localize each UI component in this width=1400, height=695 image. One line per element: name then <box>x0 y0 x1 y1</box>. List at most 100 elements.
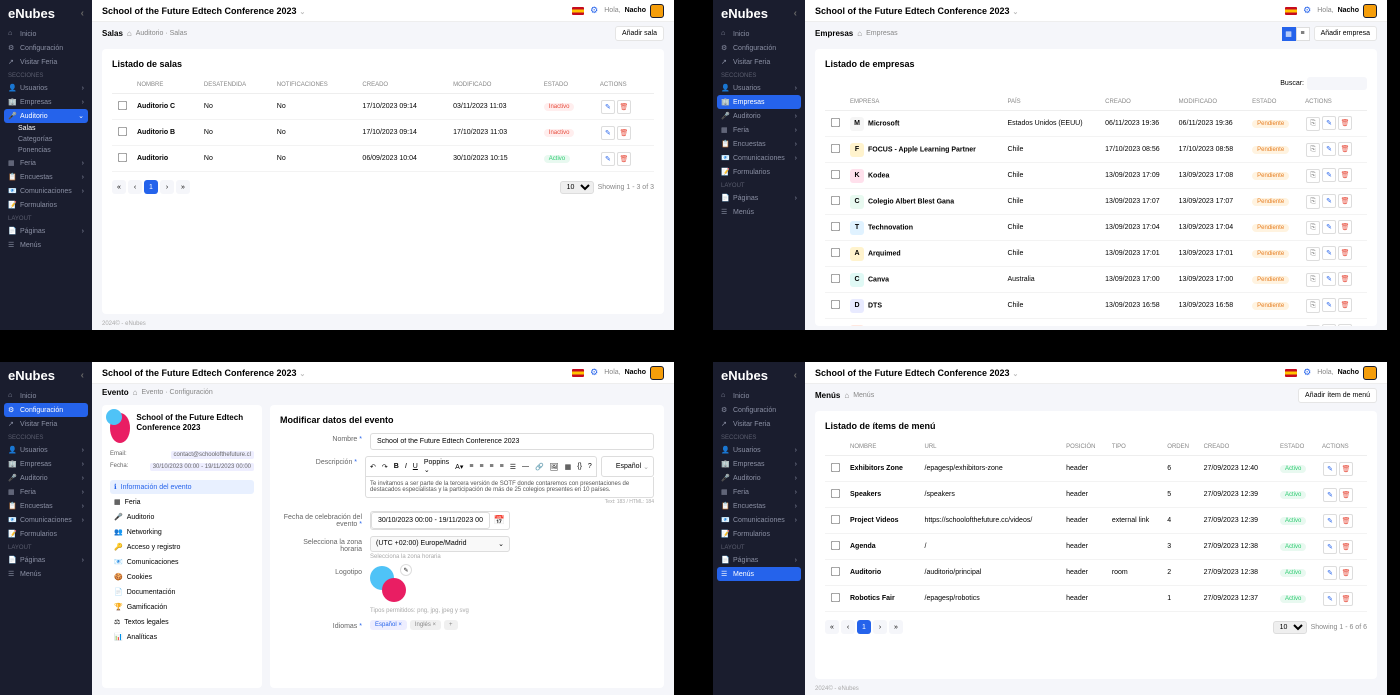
search-input[interactable] <box>1307 77 1367 90</box>
copy-button[interactable]: ⎘ <box>1306 221 1320 235</box>
pag-prev[interactable]: ‹ <box>128 180 142 194</box>
edit-button[interactable]: ✎ <box>1322 116 1336 130</box>
pag-1[interactable]: 1 <box>144 180 158 194</box>
event-side-nav-item[interactable]: 📊Analíticas <box>110 630 254 644</box>
event-side-nav-item[interactable]: 📄Documentación <box>110 585 254 599</box>
nombre-input[interactable] <box>370 433 654 450</box>
delete-button[interactable]: 🗑 <box>1339 540 1353 554</box>
nav-ponencias[interactable]: Ponencias <box>0 145 92 156</box>
event-side-nav-item[interactable]: 🎤Auditorio <box>110 510 254 524</box>
copy-button[interactable]: ⎘ <box>1306 325 1320 326</box>
lang-en-tag[interactable]: Inglés × <box>410 620 441 630</box>
delete-button[interactable]: 🗑 <box>1338 220 1352 234</box>
delete-button[interactable]: 🗑 <box>1338 272 1352 286</box>
pag-next[interactable]: › <box>160 180 174 194</box>
delete-button[interactable]: 🗑 <box>617 126 631 140</box>
delete-button[interactable]: 🗑 <box>1338 194 1352 208</box>
home-icon[interactable]: ⌂ <box>127 29 132 38</box>
delete-button[interactable]: 🗑 <box>617 152 631 166</box>
lang-es-tag[interactable]: Español × <box>370 620 407 630</box>
pag-last[interactable]: » <box>176 180 190 194</box>
delete-button[interactable]: 🗑 <box>1338 142 1352 156</box>
nav-menus[interactable]: ☰Menús <box>717 567 801 581</box>
delete-button[interactable]: 🗑 <box>1339 514 1353 528</box>
flag-es-icon[interactable] <box>572 7 584 15</box>
event-side-nav-item[interactable]: ▦Feria <box>110 495 254 509</box>
nav-formularios[interactable]: 📝Formularios <box>0 198 92 212</box>
nav-config[interactable]: ⚙Configuración <box>4 403 88 417</box>
avatar[interactable] <box>650 4 664 18</box>
copy-button[interactable]: ⎘ <box>1306 299 1320 313</box>
fecha-input[interactable]: 📅 <box>370 511 510 530</box>
edit-button[interactable]: ✎ <box>1322 220 1336 234</box>
event-side-nav-item[interactable]: 🍪Cookies <box>110 570 254 584</box>
edit-button[interactable]: ✎ <box>1322 168 1336 182</box>
editor-toolbar[interactable]: ↶↷BIUPoppins ⌄A▾≡≡≡≡☰—🔗🖼▦{}? <box>365 456 597 477</box>
row-checkbox[interactable] <box>118 127 127 136</box>
edit-button[interactable]: ✎ <box>1322 324 1336 326</box>
edit-button[interactable]: ✎ <box>1322 272 1336 286</box>
event-side-nav-item[interactable]: 🔑Acceso y registro <box>110 540 254 554</box>
edit-button[interactable]: ✎ <box>1323 462 1337 476</box>
nav-comunicaciones[interactable]: 📧Comunicaciones› <box>0 184 92 198</box>
delete-button[interactable]: 🗑 <box>1339 566 1353 580</box>
event-side-nav-item[interactable]: 📧Comunicaciones <box>110 555 254 569</box>
nav-visitar[interactable]: ↗Visitar Feria <box>0 55 92 69</box>
gear-icon[interactable]: ⚙ <box>590 5 598 16</box>
pag-first[interactable]: « <box>112 180 126 194</box>
view-list[interactable]: ≡ <box>1296 27 1310 41</box>
delete-button[interactable]: 🗑 <box>1338 298 1352 312</box>
nav-config[interactable]: ⚙Configuración <box>0 41 92 55</box>
edit-button[interactable]: ✎ <box>1323 592 1337 606</box>
delete-button[interactable]: 🗑 <box>617 100 631 114</box>
add-menu-item-button[interactable]: Añadir ítem de menú <box>1298 388 1377 403</box>
view-grid[interactable]: ▦ <box>1282 27 1296 41</box>
edit-button[interactable]: ✎ <box>1323 540 1337 554</box>
delete-button[interactable]: 🗑 <box>1339 488 1353 502</box>
nav-paginas[interactable]: 📄Páginas› <box>0 224 92 238</box>
copy-button[interactable]: ⎘ <box>1306 247 1320 261</box>
event-side-nav-item[interactable]: 🏆Gamificación <box>110 600 254 614</box>
copy-button[interactable]: ⎘ <box>1306 169 1320 183</box>
nav-usuarios[interactable]: 👤Usuarios› <box>0 81 92 95</box>
copy-button[interactable]: ⎘ <box>1306 195 1320 209</box>
collapse-icon[interactable]: ‹ <box>81 8 84 19</box>
description-editor[interactable]: Te invitamos a ser parte de la tercera v… <box>365 477 654 498</box>
nav-inicio[interactable]: ⌂Inicio <box>0 27 92 41</box>
nav-salas[interactable]: Salas <box>0 123 92 134</box>
nav-empresas[interactable]: 🏢Empresas <box>717 95 801 109</box>
edit-button[interactable]: ✎ <box>601 100 615 114</box>
row-checkbox[interactable] <box>118 153 127 162</box>
nav-empresas[interactable]: 🏢Empresas› <box>0 95 92 109</box>
timezone-select[interactable]: (UTC +02:00) Europe/Madrid⌄ <box>370 536 510 552</box>
row-checkbox[interactable] <box>118 101 127 110</box>
edit-button[interactable]: ✎ <box>1322 298 1336 312</box>
page-size-select[interactable]: 10 <box>560 181 594 194</box>
edit-logo-button[interactable]: ✎ <box>400 564 412 576</box>
desc-lang-select[interactable]: Español⌄ <box>601 456 654 477</box>
add-sala-button[interactable]: Añadir sala <box>615 26 664 41</box>
edit-button[interactable]: ✎ <box>1323 488 1337 502</box>
edit-button[interactable]: ✎ <box>1322 142 1336 156</box>
delete-button[interactable]: 🗑 <box>1339 462 1353 476</box>
edit-button[interactable]: ✎ <box>1323 566 1337 580</box>
nav-categorias[interactable]: Categorías <box>0 134 92 145</box>
delete-button[interactable]: 🗑 <box>1338 116 1352 130</box>
nav-encuestas[interactable]: 📋Encuestas› <box>0 170 92 184</box>
copy-button[interactable]: ⎘ <box>1306 117 1320 131</box>
edit-button[interactable]: ✎ <box>1322 246 1336 260</box>
add-empresa-button[interactable]: Añadir empresa <box>1314 26 1377 41</box>
edit-button[interactable]: ✎ <box>1323 514 1337 528</box>
nav-menus[interactable]: ☰Menús <box>0 238 92 252</box>
add-lang-button[interactable]: + <box>444 620 458 630</box>
event-side-nav-item[interactable]: ℹInformación del evento <box>110 480 254 494</box>
nav-auditorio[interactable]: 🎤Auditorio⌄ <box>4 109 88 123</box>
delete-button[interactable]: 🗑 <box>1338 246 1352 260</box>
event-side-nav-item[interactable]: 👥Networking <box>110 525 254 539</box>
delete-button[interactable]: 🗑 <box>1338 168 1352 182</box>
edit-button[interactable]: ✎ <box>1322 194 1336 208</box>
copy-button[interactable]: ⎘ <box>1306 273 1320 287</box>
nav-feria[interactable]: ▦Feria› <box>0 156 92 170</box>
chevron-down-icon[interactable]: ⌄ <box>300 9 306 16</box>
copy-button[interactable]: ⎘ <box>1306 143 1320 157</box>
